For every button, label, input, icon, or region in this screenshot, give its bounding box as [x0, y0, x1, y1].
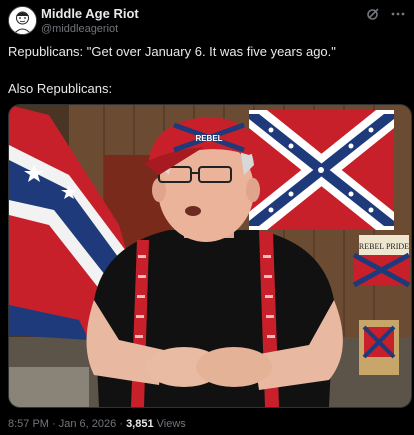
flag-right	[249, 110, 394, 230]
author-names: Middle Age Riot @middleageriot	[41, 6, 139, 36]
grok-icon[interactable]	[366, 7, 380, 21]
avatar[interactable]	[8, 6, 37, 35]
more-icon[interactable]	[390, 7, 406, 21]
handle[interactable]: @middleageriot	[41, 22, 139, 36]
post-text-line-1: Republicans: "Get over January 6. It was…	[8, 44, 336, 59]
avatar-face-drawing	[9, 7, 36, 34]
post-footer: 8:57 PM · Jan 6, 2026 · 3,851 Views	[8, 417, 186, 431]
header-actions	[366, 7, 406, 23]
views-label: Views	[156, 418, 186, 430]
display-name[interactable]: Middle Age Riot	[41, 6, 139, 22]
post-time[interactable]: 8:57 PM	[8, 418, 49, 430]
views-count: 3,851	[126, 418, 154, 430]
post-date[interactable]: Jan 6, 2026	[59, 418, 117, 430]
post-header: Middle Age Riot @middleageriot	[8, 6, 406, 40]
post-text: Republicans: "Get over January 6. It was…	[8, 43, 406, 60]
post-container: Middle Age Riot @middleageriot Republica…	[0, 0, 414, 435]
post-image[interactable]: REBEL PRIDE REBEL	[8, 104, 412, 408]
cap-text: REBEL	[195, 134, 222, 143]
photo-illustration: REBEL PRIDE REBEL	[9, 105, 411, 407]
footer-separator: ·	[52, 418, 56, 430]
rebel-pride-sign-text: REBEL PRIDE	[359, 242, 409, 251]
post-text-line-2: Also Republicans:	[8, 81, 113, 96]
footer-separator-2: ·	[119, 418, 123, 430]
